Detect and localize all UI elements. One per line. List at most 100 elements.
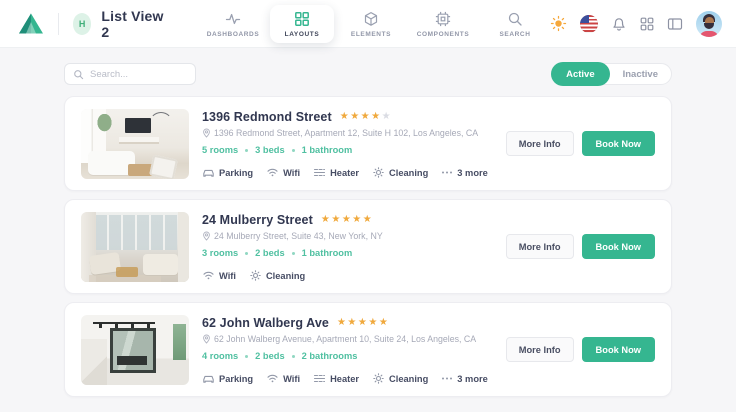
layouts-grid-icon (294, 11, 310, 27)
list-toolbar: Active Inactive (64, 63, 672, 85)
book-now-button[interactable]: Book Now (582, 234, 655, 259)
listing-address: 24 Mulberry Street, Suite 43, New York, … (214, 231, 383, 241)
cpu-icon (435, 11, 451, 27)
theme-sun-icon[interactable] (550, 15, 567, 32)
listing-address-row: 1396 Redmond Street, Apartment 12, Suite… (202, 128, 496, 138)
cleaning-icon (372, 373, 385, 384)
cleaning-icon (249, 270, 262, 281)
wifi-icon (266, 167, 279, 178)
card-actions: More Info Book Now (506, 131, 655, 156)
amenity-wifi: Wifi (202, 270, 236, 281)
amenity-cleaning: Cleaning (372, 167, 428, 178)
listing-specs: 3 rooms 2 beds 1 bathroom (202, 248, 496, 258)
book-now-button[interactable]: Book Now (582, 131, 655, 156)
card-body: 24 Mulberry Street ★★★★★ 24 Mulberry Str… (189, 212, 496, 281)
amenity-wifi: Wifi (266, 373, 300, 384)
nav-label: LAYOUTS (285, 31, 320, 38)
header-actions (550, 11, 722, 37)
property-photo (81, 315, 189, 385)
status-filter: Active Inactive (551, 63, 672, 85)
star-rating: ★★★★★ (340, 112, 392, 122)
us-flag-icon[interactable] (580, 15, 598, 33)
search-box[interactable] (64, 63, 196, 85)
rooms-count: 5 rooms (202, 145, 238, 155)
more-info-button[interactable]: More Info (506, 131, 574, 156)
nav-label: SEARCH (499, 31, 530, 38)
beds-count: 2 beds (255, 351, 284, 361)
listing-address-row: 62 John Walberg Avenue, Apartment 10, Su… (202, 334, 496, 344)
filter-inactive-button[interactable]: Inactive (610, 64, 671, 84)
listing-title: 24 Mulberry Street (202, 213, 313, 227)
search-icon (507, 11, 523, 27)
filter-active-button[interactable]: Active (551, 62, 610, 86)
card-actions: More Info Book Now (506, 234, 655, 259)
amenity-parking: Parking (202, 373, 253, 384)
wifi-icon (266, 373, 279, 384)
nav-item-search[interactable]: SEARCH (480, 5, 550, 43)
bathrooms-count: 1 bathroom (302, 248, 353, 258)
heater-icon (313, 167, 326, 178)
rooms-count: 3 rooms (202, 248, 238, 258)
parking-icon (202, 373, 215, 384)
more-info-button[interactable]: More Info (506, 234, 574, 259)
map-pin-icon (202, 128, 211, 138)
card-body: 62 John Walberg Ave ★★★★★ 62 John Walber… (189, 315, 496, 384)
book-now-button[interactable]: Book Now (582, 337, 655, 362)
page-title: List View 2 (101, 8, 164, 40)
listing-specs: 5 rooms 3 beds 1 bathroom (202, 145, 496, 155)
divider (58, 13, 59, 35)
amenities-row: Parking Wifi Heate (202, 167, 496, 178)
nav-item-layouts[interactable]: LAYOUTS (270, 5, 334, 43)
beds-count: 2 beds (255, 248, 284, 258)
listing-title: 62 John Walberg Ave (202, 316, 329, 330)
parking-icon (202, 167, 215, 178)
listing-card: 24 Mulberry Street ★★★★★ 24 Mulberry Str… (64, 199, 672, 294)
nav-label: DASHBOARDS (207, 31, 260, 38)
listing-address-row: 24 Mulberry Street, Suite 43, New York, … (202, 231, 496, 241)
cube-icon (363, 11, 379, 27)
beds-count: 3 beds (255, 145, 284, 155)
amenities-row: Wifi Cleaning (202, 270, 496, 281)
card-body: 1396 Redmond Street ★★★★★ 1396 Redmond S… (189, 109, 496, 178)
nav-item-components[interactable]: COMPONENTS (408, 5, 478, 43)
more-amenities[interactable]: 3 more (441, 373, 488, 384)
property-photo (81, 109, 189, 179)
app-header: H List View 2 DASHBOARDS LAYOUTS (0, 0, 736, 48)
nav-item-elements[interactable]: ELEMENTS (336, 5, 406, 43)
rooms-count: 4 rooms (202, 351, 238, 361)
star-rating: ★★★★★ (321, 215, 373, 225)
bathrooms-count: 2 bathrooms (302, 351, 358, 361)
nav-item-dashboards[interactable]: DASHBOARDS (198, 5, 268, 43)
more-amenities[interactable]: 3 more (441, 167, 488, 178)
listing-specs: 4 rooms 2 beds 2 bathrooms (202, 351, 496, 361)
search-icon (73, 69, 84, 80)
property-photo (81, 212, 189, 282)
amenities-row: Parking Wifi Heate (202, 373, 496, 384)
apps-grid-icon[interactable] (640, 17, 654, 31)
amenity-cleaning: Cleaning (372, 373, 428, 384)
listing-address: 62 John Walberg Avenue, Apartment 10, Su… (214, 334, 476, 344)
amenity-parking: Parking (202, 167, 253, 178)
map-pin-icon (202, 334, 211, 344)
bathrooms-count: 1 bathroom (302, 145, 353, 155)
wifi-icon (202, 270, 215, 281)
nav-label: ELEMENTS (351, 31, 391, 38)
app-logo[interactable] (18, 12, 44, 35)
ellipsis-icon (441, 373, 453, 384)
logo-icon (18, 12, 44, 35)
main-nav: DASHBOARDS LAYOUTS ELEMENTS (198, 0, 550, 48)
listing-cards: 1396 Redmond Street ★★★★★ 1396 Redmond S… (64, 96, 672, 412)
more-info-button[interactable]: More Info (506, 337, 574, 362)
search-input[interactable] (90, 69, 187, 80)
ellipsis-icon (441, 167, 453, 178)
listing-address: 1396 Redmond Street, Apartment 12, Suite… (214, 128, 478, 138)
map-pin-icon (202, 231, 211, 241)
user-avatar[interactable] (696, 11, 722, 37)
amenity-heater: Heater (313, 167, 359, 178)
cleaning-icon (372, 167, 385, 178)
bell-icon[interactable] (611, 16, 627, 32)
sidebar-toggle-icon[interactable] (667, 16, 683, 32)
amenity-heater: Heater (313, 373, 359, 384)
page-badge: H (73, 13, 92, 35)
card-actions: More Info Book Now (506, 337, 655, 362)
